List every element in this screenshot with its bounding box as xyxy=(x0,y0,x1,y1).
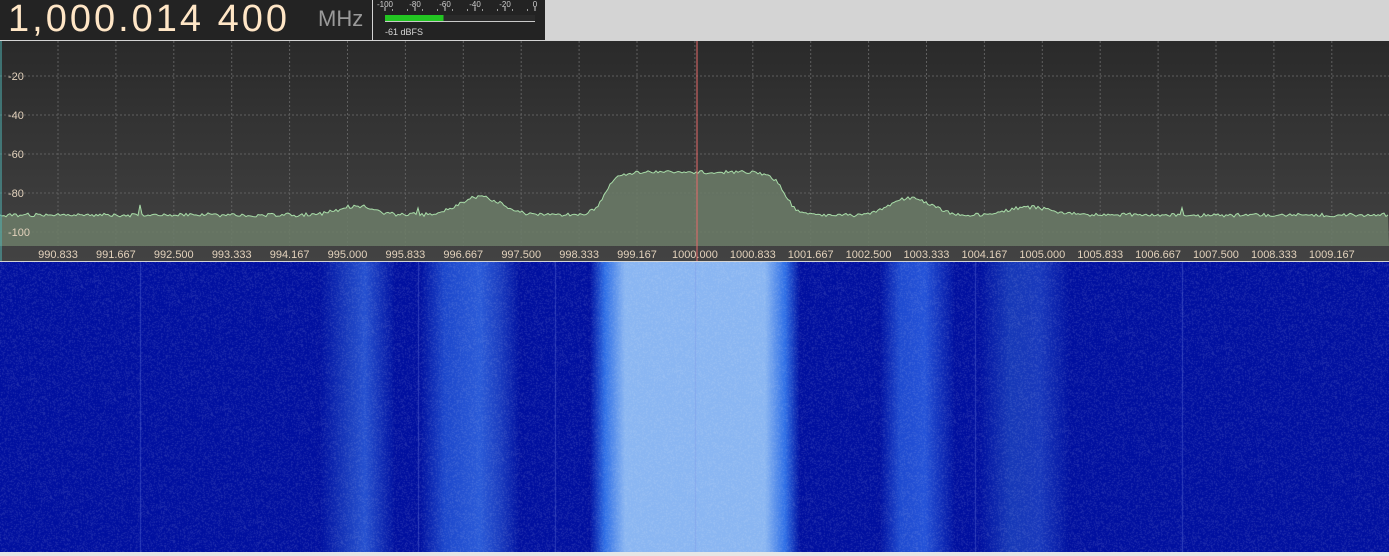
meter-scale: -100 -80 -60 -40 -20 0 xyxy=(377,0,538,11)
freq-label: 1000.833 xyxy=(730,249,776,261)
spectrum-plot[interactable]: -20-40-60-80-100 990.833 991.667 992.500 99… xyxy=(0,41,1389,261)
frequency-display[interactable]: 1,000.014 400 MHz xyxy=(0,0,372,40)
bottom-strip xyxy=(0,552,1389,556)
freq-label: 1006.667 xyxy=(1135,249,1181,261)
signal-level-meter: -100 -80 -60 -40 -20 0 -61 dBFS xyxy=(373,0,545,40)
meter-scale-label: -100 xyxy=(377,0,394,9)
meter-scale-label: -80 xyxy=(409,0,421,9)
freq-label: 1007.500 xyxy=(1193,249,1239,261)
meter-scale-label: -40 xyxy=(469,0,481,9)
freq-label: 994.167 xyxy=(270,249,310,261)
freq-label: 1005.000 xyxy=(1019,249,1065,261)
db-label: -80 xyxy=(8,188,24,200)
waterfall-texture xyxy=(0,262,1389,552)
db-label: -20 xyxy=(8,71,24,83)
meter-scale-label: 0 xyxy=(533,0,538,9)
meter-level-bar xyxy=(385,15,444,21)
freq-label: 1003.333 xyxy=(904,249,950,261)
freq-label: 1004.167 xyxy=(961,249,1007,261)
db-label: -40 xyxy=(8,110,24,122)
freq-label: 991.667 xyxy=(96,249,136,261)
freq-label: 993.333 xyxy=(212,249,252,261)
freq-label: 995.000 xyxy=(328,249,368,261)
freq-label: 999.167 xyxy=(617,249,657,261)
freq-label: 996.667 xyxy=(443,249,483,261)
freq-label: 992.500 xyxy=(154,249,194,261)
frequency-digits[interactable]: 1,000.014 400 xyxy=(8,0,290,39)
meter-scale-label: -60 xyxy=(439,0,451,9)
db-label: -60 xyxy=(8,149,24,161)
freq-label: 1005.833 xyxy=(1077,249,1123,261)
waterfall-display[interactable] xyxy=(0,262,1389,552)
frequency-axis-labels: 990.833 991.667 992.500 993.333 994.167 995.0… xyxy=(38,249,1355,261)
freq-label: 1001.667 xyxy=(788,249,834,261)
freq-label: 1002.500 xyxy=(846,249,892,261)
db-label: -100 xyxy=(8,227,30,239)
freq-label: 1000.000 xyxy=(672,249,718,261)
meter-level-readout: -61 dBFS xyxy=(385,27,424,37)
freq-label: 990.833 xyxy=(38,249,78,261)
meter-scale-label: -20 xyxy=(499,0,511,9)
freq-label: 1008.333 xyxy=(1251,249,1297,261)
freq-label: 1009.167 xyxy=(1309,249,1355,261)
frequency-unit: MHz xyxy=(318,6,364,31)
spectrum-panadapter[interactable]: -20 -40 -60 -80 -100 990.833 991.667 992.500 99… xyxy=(0,41,1389,261)
sdr-receiver-window: 1,000.014 400 MHz -100 -80 -60 -40 -20 0 -61 … xyxy=(0,0,1389,556)
freq-label: 997.500 xyxy=(501,249,541,261)
spectrum-fill xyxy=(0,170,1389,246)
freq-label: 995.833 xyxy=(386,249,426,261)
top-bar: 1,000.014 400 MHz -100 -80 -60 -40 -20 0 -61 … xyxy=(0,0,1389,40)
freq-label: 998.333 xyxy=(559,249,599,261)
